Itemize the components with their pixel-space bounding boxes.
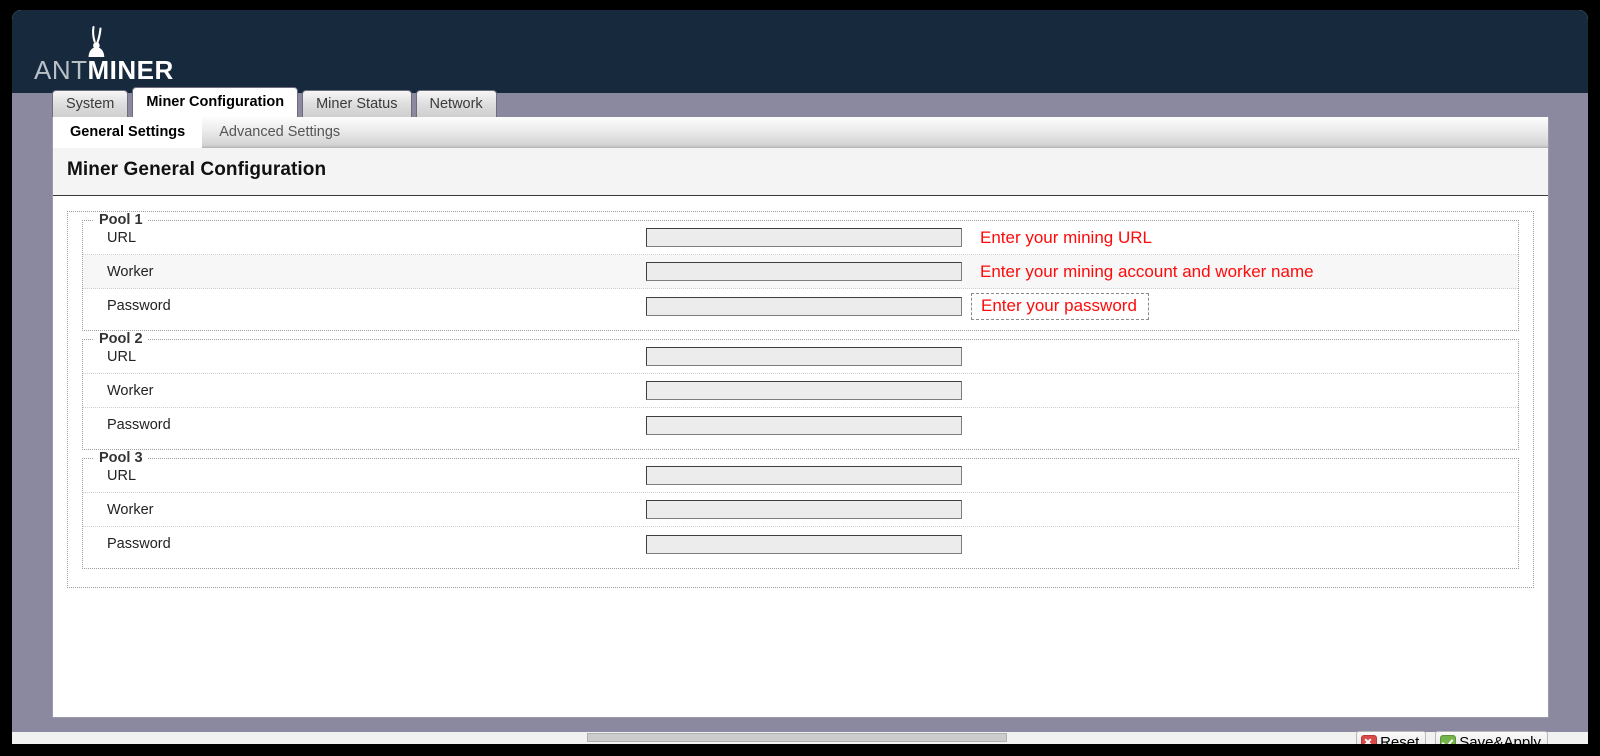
pool-1-worker-row: Worker Enter your mining account and wor… xyxy=(83,255,1518,289)
horizontal-scrollbar[interactable] xyxy=(12,732,1588,744)
pool-3-password-row: Password xyxy=(83,527,1518,561)
reset-button[interactable]: Reset xyxy=(1356,731,1427,744)
browser-window: ANTMINER System Miner Configuration Mine… xyxy=(12,10,1588,744)
pool-1-url-row: URL Enter your mining URL xyxy=(83,221,1518,255)
logo-text-miner: MINER xyxy=(87,55,174,85)
pool-2-worker-label: Worker xyxy=(107,382,154,399)
pool-3-password-label: Password xyxy=(107,536,171,552)
save-apply-button[interactable]: Save&Apply xyxy=(1435,731,1548,744)
pool-3-worker-label: Worker xyxy=(107,501,154,518)
pool-2-worker-input[interactable] xyxy=(646,381,962,400)
pools-container: Pool 1 URL Enter your mining URL Worker … xyxy=(67,211,1548,744)
subtab-general-settings-label: General Settings xyxy=(70,124,186,140)
page-title: Miner General Configuration xyxy=(67,159,327,180)
pool-1-worker-input[interactable] xyxy=(646,262,962,281)
pool-2-password-label: Password xyxy=(107,417,171,433)
pool-2-url-row: URL xyxy=(83,340,1518,374)
pool-1-password-label: Password xyxy=(107,298,171,314)
form-area: Pool 1 URL Enter your mining URL Worker … xyxy=(53,197,1548,744)
pool-2-password-row: Password xyxy=(83,408,1518,442)
pool-1-password-input[interactable] xyxy=(646,296,962,316)
pool-1-worker-hint: Enter your mining account and worker nam… xyxy=(980,261,1314,281)
pool-2-password-input[interactable] xyxy=(646,415,962,435)
pool-2-url-label: URL xyxy=(107,348,137,365)
tab-system-label: System xyxy=(66,96,115,112)
logo-wordmark: ANTMINER xyxy=(34,55,174,85)
tab-miner-status[interactable]: Miner Status xyxy=(302,90,412,117)
tab-system[interactable]: System xyxy=(52,90,129,117)
page-title-band: Miner General Configuration xyxy=(53,148,1548,196)
save-apply-button-label: Save&Apply xyxy=(1459,734,1541,744)
horizontal-scrollbar-thumb[interactable] xyxy=(587,733,1007,742)
ant-icon xyxy=(88,25,105,57)
tab-miner-configuration-label: Miner Configuration xyxy=(146,94,285,110)
tab-network-label: Network xyxy=(429,96,483,112)
pool-1-url-input[interactable] xyxy=(646,228,962,247)
sub-tab-strip: General Settings Advanced Settings xyxy=(53,117,1548,148)
pool-1-password-row: Password Enter your password xyxy=(83,289,1518,323)
pool-1-worker-label: Worker xyxy=(107,263,154,280)
pool-1-url-hint: Enter your mining URL xyxy=(980,227,1152,247)
pool-2-fieldset: Pool 2 URL Worker Password xyxy=(82,331,1519,450)
tab-miner-configuration[interactable]: Miner Configuration xyxy=(132,87,299,117)
tab-miner-status-label: Miner Status xyxy=(316,96,398,112)
pool-3-fieldset: Pool 3 URL Worker Password xyxy=(82,450,1519,569)
red-x-icon xyxy=(1361,734,1378,744)
pool-3-worker-row: Worker xyxy=(83,493,1518,527)
pool-3-password-input[interactable] xyxy=(646,534,962,554)
content-card: General Settings Advanced Settings Miner… xyxy=(52,117,1549,744)
pool-1-url-label: URL xyxy=(107,229,137,246)
pool-2-worker-row: Worker xyxy=(83,374,1518,408)
screen-root: ANTMINER System Miner Configuration Mine… xyxy=(0,0,1600,756)
pool-3-url-label: URL xyxy=(107,467,137,484)
subtab-advanced-settings-label: Advanced Settings xyxy=(219,124,341,140)
pool-1-fieldset: Pool 1 URL Enter your mining URL Worker … xyxy=(82,212,1519,331)
pool-3-worker-input[interactable] xyxy=(646,500,962,519)
green-check-icon xyxy=(1440,734,1457,744)
subtab-general-settings[interactable]: General Settings xyxy=(53,117,203,147)
logo-text-ant: ANT xyxy=(34,55,88,85)
main-tab-strip: System Miner Configuration Miner Status … xyxy=(52,87,501,117)
app-banner: ANTMINER xyxy=(12,10,1588,93)
pool-3-url-row: URL xyxy=(83,459,1518,493)
pool-3-url-input[interactable] xyxy=(646,466,962,485)
reset-button-label: Reset xyxy=(1380,734,1420,744)
pool-2-url-input[interactable] xyxy=(646,347,962,366)
subtab-advanced-settings[interactable]: Advanced Settings xyxy=(202,117,357,147)
form-footer: Reset Save&Apply xyxy=(1356,731,1548,744)
pool-1-password-hint: Enter your password xyxy=(971,292,1149,320)
tab-network[interactable]: Network xyxy=(415,90,497,117)
antminer-logo: ANTMINER xyxy=(34,24,254,85)
